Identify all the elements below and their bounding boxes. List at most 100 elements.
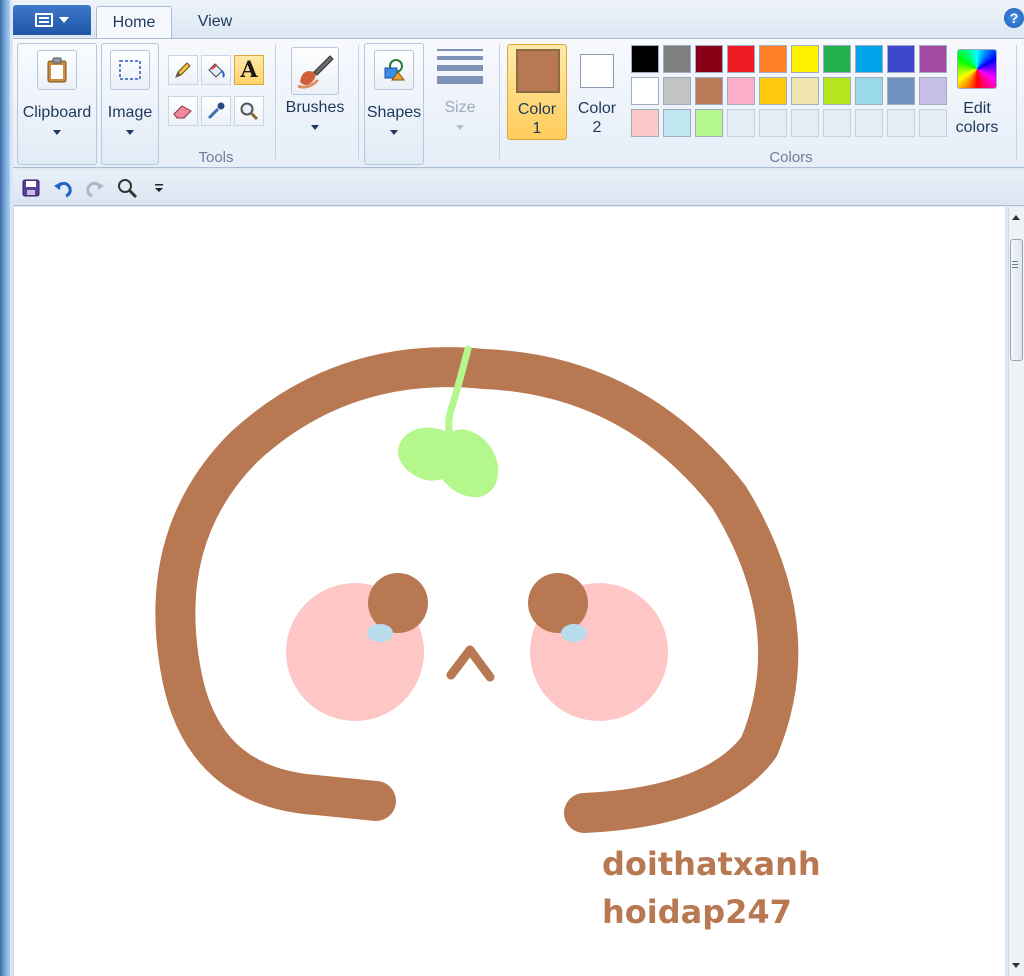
brush-icon bbox=[297, 55, 334, 89]
nose-caret bbox=[446, 645, 495, 682]
eraser-tool[interactable] bbox=[168, 96, 198, 126]
palette-swatch[interactable] bbox=[823, 77, 851, 105]
magnifier-icon bbox=[240, 102, 259, 121]
color2-button[interactable]: Color 2 bbox=[571, 44, 623, 140]
divider bbox=[499, 45, 500, 159]
undo-button[interactable] bbox=[51, 176, 75, 200]
palette-swatch[interactable] bbox=[823, 45, 851, 73]
tear-right bbox=[561, 624, 587, 642]
shapes-icon bbox=[374, 50, 414, 90]
sprout-leaf bbox=[398, 427, 499, 498]
text-tool[interactable]: A bbox=[234, 55, 264, 85]
save-icon bbox=[22, 179, 40, 197]
clipboard-icon bbox=[37, 50, 77, 90]
window-border-left bbox=[0, 0, 10, 976]
quick-access-toolbar bbox=[13, 170, 1024, 206]
scroll-up-arrow-icon[interactable] bbox=[1012, 215, 1020, 220]
clipboard-button[interactable]: Clipboard bbox=[17, 43, 97, 165]
size-button[interactable] bbox=[437, 49, 483, 89]
chevron-down-icon bbox=[311, 125, 319, 130]
chevron-down-icon bbox=[456, 125, 464, 130]
palette-swatch[interactable] bbox=[791, 45, 819, 73]
tab-view[interactable]: View bbox=[183, 6, 247, 38]
save-button[interactable] bbox=[19, 176, 43, 200]
palette-swatch-empty[interactable] bbox=[727, 109, 755, 137]
edit-colors-label: Edit colors bbox=[943, 99, 1011, 137]
redo-button[interactable] bbox=[83, 176, 107, 200]
size-label: Size bbox=[444, 99, 476, 116]
zoom-button[interactable] bbox=[115, 176, 139, 200]
chevron-down-icon bbox=[59, 17, 69, 23]
fill-tool[interactable] bbox=[201, 55, 231, 85]
divider bbox=[358, 45, 359, 159]
undo-icon bbox=[54, 181, 72, 198]
palette-swatch[interactable] bbox=[663, 77, 691, 105]
palette-swatch[interactable] bbox=[631, 109, 659, 137]
watermark-text-2: hoidap247 bbox=[602, 893, 792, 931]
palette-swatch[interactable] bbox=[631, 77, 659, 105]
palette-swatch[interactable] bbox=[855, 45, 883, 73]
vertical-scrollbar[interactable] bbox=[1008, 207, 1024, 976]
eraser-icon bbox=[173, 105, 192, 119]
customize-qat-button[interactable] bbox=[147, 176, 171, 200]
redo-icon bbox=[86, 181, 104, 198]
edit-colors-button[interactable] bbox=[957, 49, 997, 89]
palette-swatch[interactable] bbox=[695, 45, 723, 73]
palette-swatch-empty[interactable] bbox=[855, 109, 883, 137]
ribbon-home: Clipboard Image A Tools Brushes Shapes S… bbox=[13, 38, 1024, 168]
shapes-button[interactable]: Shapes bbox=[364, 43, 424, 165]
palette-swatch[interactable] bbox=[887, 45, 915, 73]
scroll-down-arrow-icon[interactable] bbox=[1012, 963, 1020, 968]
paint-bucket-icon bbox=[208, 63, 225, 78]
colors-group-label: Colors bbox=[769, 149, 813, 166]
palette-swatch[interactable] bbox=[663, 45, 691, 73]
palette-swatch[interactable] bbox=[631, 45, 659, 73]
palette-swatch[interactable] bbox=[855, 77, 883, 105]
palette-swatch[interactable] bbox=[887, 77, 915, 105]
tear-left bbox=[367, 624, 393, 642]
eye-right bbox=[528, 573, 588, 633]
color1-button[interactable]: Color 1 bbox=[507, 44, 567, 140]
help-icon[interactable]: ? bbox=[1004, 8, 1024, 28]
eye-left bbox=[368, 573, 428, 633]
paint-app: Home View ? Clipboard Image A Tools Brus… bbox=[13, 0, 1024, 976]
brushes-button[interactable] bbox=[291, 47, 339, 95]
palette-swatch[interactable] bbox=[695, 77, 723, 105]
scroll-thumb[interactable] bbox=[1010, 239, 1023, 361]
shapes-label: Shapes bbox=[366, 104, 422, 121]
pencil-tool[interactable] bbox=[168, 55, 198, 85]
tab-home[interactable]: Home bbox=[96, 6, 172, 38]
palette-swatch[interactable] bbox=[663, 109, 691, 137]
body-outline-stroke bbox=[155, 347, 799, 833]
palette-swatch[interactable] bbox=[759, 77, 787, 105]
palette-swatch[interactable] bbox=[695, 109, 723, 137]
color1-number: 1 bbox=[532, 120, 542, 137]
palette-swatch-empty[interactable] bbox=[759, 109, 787, 137]
drawing-canvas[interactable]: doithatxanh hoidap247 bbox=[13, 207, 1005, 976]
clipboard-label: Clipboard bbox=[22, 104, 92, 121]
color1-label: Color bbox=[517, 101, 557, 118]
file-menu-button[interactable] bbox=[13, 5, 91, 35]
palette-swatch-empty[interactable] bbox=[791, 109, 819, 137]
color-picker-tool[interactable] bbox=[201, 96, 231, 126]
palette-swatch[interactable] bbox=[919, 45, 947, 73]
image-button[interactable]: Image bbox=[101, 43, 159, 165]
palette-swatch[interactable] bbox=[727, 77, 755, 105]
magnifier-tool[interactable] bbox=[234, 96, 264, 126]
palette-swatch-empty[interactable] bbox=[887, 109, 915, 137]
palette-swatch[interactable] bbox=[791, 77, 819, 105]
chevron-down-icon bbox=[126, 130, 134, 135]
edit-colors-label-line1: Edit bbox=[963, 100, 991, 117]
document-icon bbox=[35, 13, 53, 27]
chevron-down-icon bbox=[390, 130, 398, 135]
drawing bbox=[155, 345, 799, 833]
palette-swatch[interactable] bbox=[727, 45, 755, 73]
palette-swatch[interactable] bbox=[759, 45, 787, 73]
pencil-icon bbox=[175, 62, 191, 78]
chevron-down-icon bbox=[155, 184, 163, 192]
image-label: Image bbox=[107, 104, 153, 121]
palette-swatch-empty[interactable] bbox=[823, 109, 851, 137]
select-icon bbox=[110, 50, 150, 90]
edit-colors-label-line2: colors bbox=[955, 119, 999, 136]
text-icon: A bbox=[240, 57, 258, 83]
